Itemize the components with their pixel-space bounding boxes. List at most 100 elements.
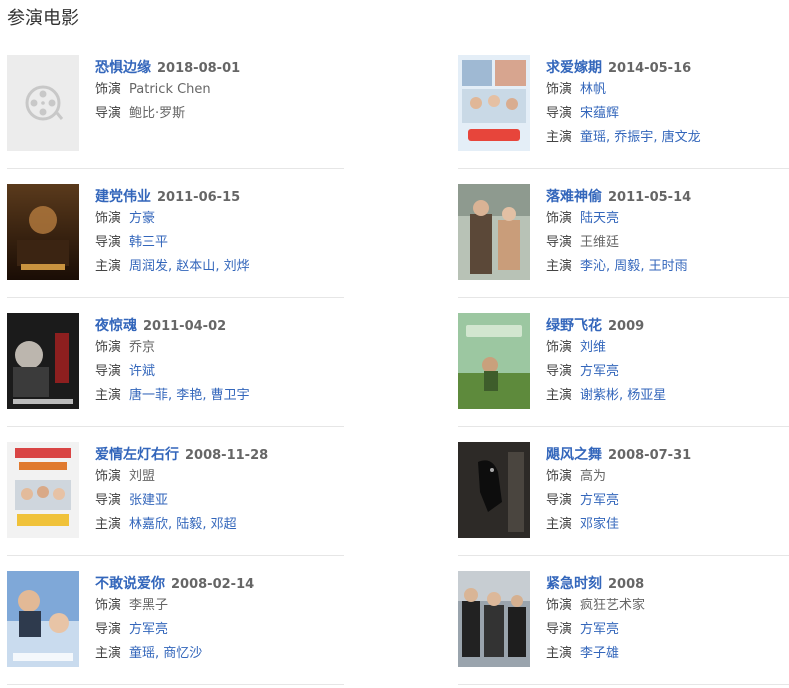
name-separator: , bbox=[640, 259, 649, 274]
person-link[interactable]: 陆毅 bbox=[176, 517, 202, 532]
credit-row: 饰演 陆天亮 bbox=[546, 207, 789, 231]
movie-release-date: 2011-04-02 bbox=[143, 319, 227, 334]
credit-label: 饰演 bbox=[546, 469, 573, 484]
credit-label: 饰演 bbox=[546, 598, 573, 613]
person-link[interactable]: 林帆 bbox=[580, 82, 606, 97]
movie-title-link[interactable]: 恐惧边缘 bbox=[95, 60, 151, 76]
person-link[interactable]: 谢紫彬 bbox=[580, 388, 619, 403]
credit-label: 导演 bbox=[95, 106, 122, 121]
credit-label: 主演 bbox=[95, 259, 122, 274]
movie-title-link[interactable]: 求爱嫁期 bbox=[546, 60, 602, 76]
movie-poster[interactable] bbox=[458, 442, 530, 538]
movie-poster[interactable] bbox=[458, 184, 530, 280]
person-link[interactable]: 邓家佳 bbox=[580, 517, 619, 532]
person-link[interactable]: 周润发 bbox=[129, 259, 168, 274]
credit-row: 饰演 李黑子 bbox=[95, 594, 340, 618]
person-link[interactable]: 唐一菲 bbox=[129, 388, 168, 403]
movie-poster[interactable] bbox=[458, 313, 530, 409]
credit-label: 导演 bbox=[95, 235, 122, 250]
person-link[interactable]: 方军亮 bbox=[580, 364, 619, 379]
movie-poster[interactable] bbox=[7, 55, 79, 151]
movie-poster[interactable] bbox=[7, 313, 79, 409]
credit-row: 饰演 刘盟 bbox=[95, 465, 340, 489]
person-link[interactable]: 唐文龙 bbox=[662, 130, 701, 145]
person-link[interactable]: 周毅 bbox=[614, 259, 640, 274]
movie-poster[interactable] bbox=[458, 571, 530, 667]
credit-row: 主演 谢紫彬, 杨亚星 bbox=[546, 384, 789, 408]
credit-label: 饰演 bbox=[546, 340, 573, 355]
credit-label: 导演 bbox=[546, 235, 573, 250]
movie-title-link[interactable]: 建党伟业 bbox=[95, 189, 151, 205]
person-link[interactable]: 刘维 bbox=[580, 340, 606, 355]
movie-title-row: 求爱嫁期 2014-05-16 bbox=[546, 56, 789, 78]
credit-row: 导演 方军亮 bbox=[95, 618, 340, 642]
person-link[interactable]: 商忆沙 bbox=[163, 646, 202, 661]
person-link[interactable]: 方军亮 bbox=[580, 493, 619, 508]
movie-poster[interactable] bbox=[458, 55, 530, 151]
credit-row: 导演 方军亮 bbox=[546, 360, 789, 384]
movie-info: 建党伟业 2011-06-15 饰演 方豪 导演 韩三平 主演 周润发, 赵本山, 刘烨 bbox=[95, 184, 340, 279]
film-reel-placeholder-icon bbox=[7, 55, 79, 151]
person-name: 刘盟 bbox=[129, 469, 156, 484]
section-title: 参演电影 bbox=[7, 8, 79, 29]
name-separator: , bbox=[202, 517, 211, 532]
person-link[interactable]: 李沁 bbox=[580, 259, 606, 274]
person-link[interactable]: 邓超 bbox=[211, 517, 237, 532]
movie-title-link[interactable]: 飓风之舞 bbox=[546, 447, 602, 463]
person-link[interactable]: 童瑶 bbox=[129, 646, 155, 661]
movie-title-link[interactable]: 不敢说爱你 bbox=[95, 576, 165, 592]
credit-row: 饰演 林帆 bbox=[546, 78, 789, 102]
movie-title-link[interactable]: 爱情左灯右行 bbox=[95, 447, 179, 463]
credit-row: 饰演 Patrick Chen bbox=[95, 78, 340, 102]
person-link[interactable]: 童瑶 bbox=[580, 130, 606, 145]
movie-title-link[interactable]: 夜惊魂 bbox=[95, 318, 137, 334]
movie-title-row: 不敢说爱你 2008-02-14 bbox=[95, 572, 340, 594]
movie-release-date: 2011-05-14 bbox=[608, 190, 692, 205]
credit-label: 主演 bbox=[546, 646, 573, 661]
movie-release-date: 2018-08-01 bbox=[157, 61, 241, 76]
credit-row: 饰演 方豪 bbox=[95, 207, 340, 231]
person-link[interactable]: 乔振宇 bbox=[614, 130, 653, 145]
row-divider bbox=[7, 168, 344, 169]
person-link[interactable]: 刘烨 bbox=[224, 259, 250, 274]
movie-item: 夜惊魂 2011-04-02 饰演 乔京 导演 许斌 主演 唐一菲, 李艳, 曹卫宇 bbox=[7, 313, 340, 413]
row-divider bbox=[7, 684, 344, 685]
movie-poster[interactable] bbox=[7, 571, 79, 667]
person-link[interactable]: 赵本山 bbox=[176, 259, 215, 274]
person-name: 高为 bbox=[580, 469, 607, 484]
credit-label: 主演 bbox=[95, 388, 122, 403]
movie-title-link[interactable]: 落难神偷 bbox=[546, 189, 602, 205]
person-name: 李黑子 bbox=[129, 598, 169, 613]
name-separator: , bbox=[202, 388, 211, 403]
movie-info: 爱情左灯右行 2008-11-28 饰演 刘盟 导演 张建亚 主演 林嘉欣, 陆毅, 邓超 bbox=[95, 442, 340, 537]
credit-row: 饰演 疯狂艺术家 bbox=[546, 594, 789, 618]
credit-row: 导演 方军亮 bbox=[546, 618, 789, 642]
person-link[interactable]: 李子雄 bbox=[580, 646, 619, 661]
person-link[interactable]: 李艳 bbox=[176, 388, 202, 403]
person-link[interactable]: 林嘉欣 bbox=[129, 517, 168, 532]
row-divider bbox=[7, 426, 344, 427]
movie-poster[interactable] bbox=[7, 442, 79, 538]
person-link[interactable]: 宋蕴辉 bbox=[580, 106, 619, 121]
person-link[interactable]: 方军亮 bbox=[580, 622, 619, 637]
person-link[interactable]: 杨亚星 bbox=[627, 388, 666, 403]
movie-release-date: 2008-02-14 bbox=[171, 577, 255, 592]
credit-row: 主演 邓家佳 bbox=[546, 513, 789, 537]
credit-row: 饰演 高为 bbox=[546, 465, 789, 489]
movie-release-date: 2008-11-28 bbox=[185, 448, 269, 463]
movie-title-link[interactable]: 紧急时刻 bbox=[546, 576, 602, 592]
person-link[interactable]: 方豪 bbox=[129, 211, 155, 226]
row-divider bbox=[7, 297, 344, 298]
person-link[interactable]: 张建亚 bbox=[129, 493, 168, 508]
person-link[interactable]: 陆天亮 bbox=[580, 211, 619, 226]
movie-title-link[interactable]: 绿野飞花 bbox=[546, 318, 602, 334]
credit-label: 饰演 bbox=[95, 340, 122, 355]
person-link[interactable]: 方军亮 bbox=[129, 622, 168, 637]
movie-poster[interactable] bbox=[7, 184, 79, 280]
person-link[interactable]: 王时雨 bbox=[649, 259, 688, 274]
person-link[interactable]: 曹卫宇 bbox=[211, 388, 250, 403]
person-link[interactable]: 韩三平 bbox=[129, 235, 168, 250]
movie-info: 夜惊魂 2011-04-02 饰演 乔京 导演 许斌 主演 唐一菲, 李艳, 曹卫宇 bbox=[95, 313, 340, 408]
credit-row: 导演 韩三平 bbox=[95, 231, 340, 255]
person-link[interactable]: 许斌 bbox=[129, 364, 155, 379]
